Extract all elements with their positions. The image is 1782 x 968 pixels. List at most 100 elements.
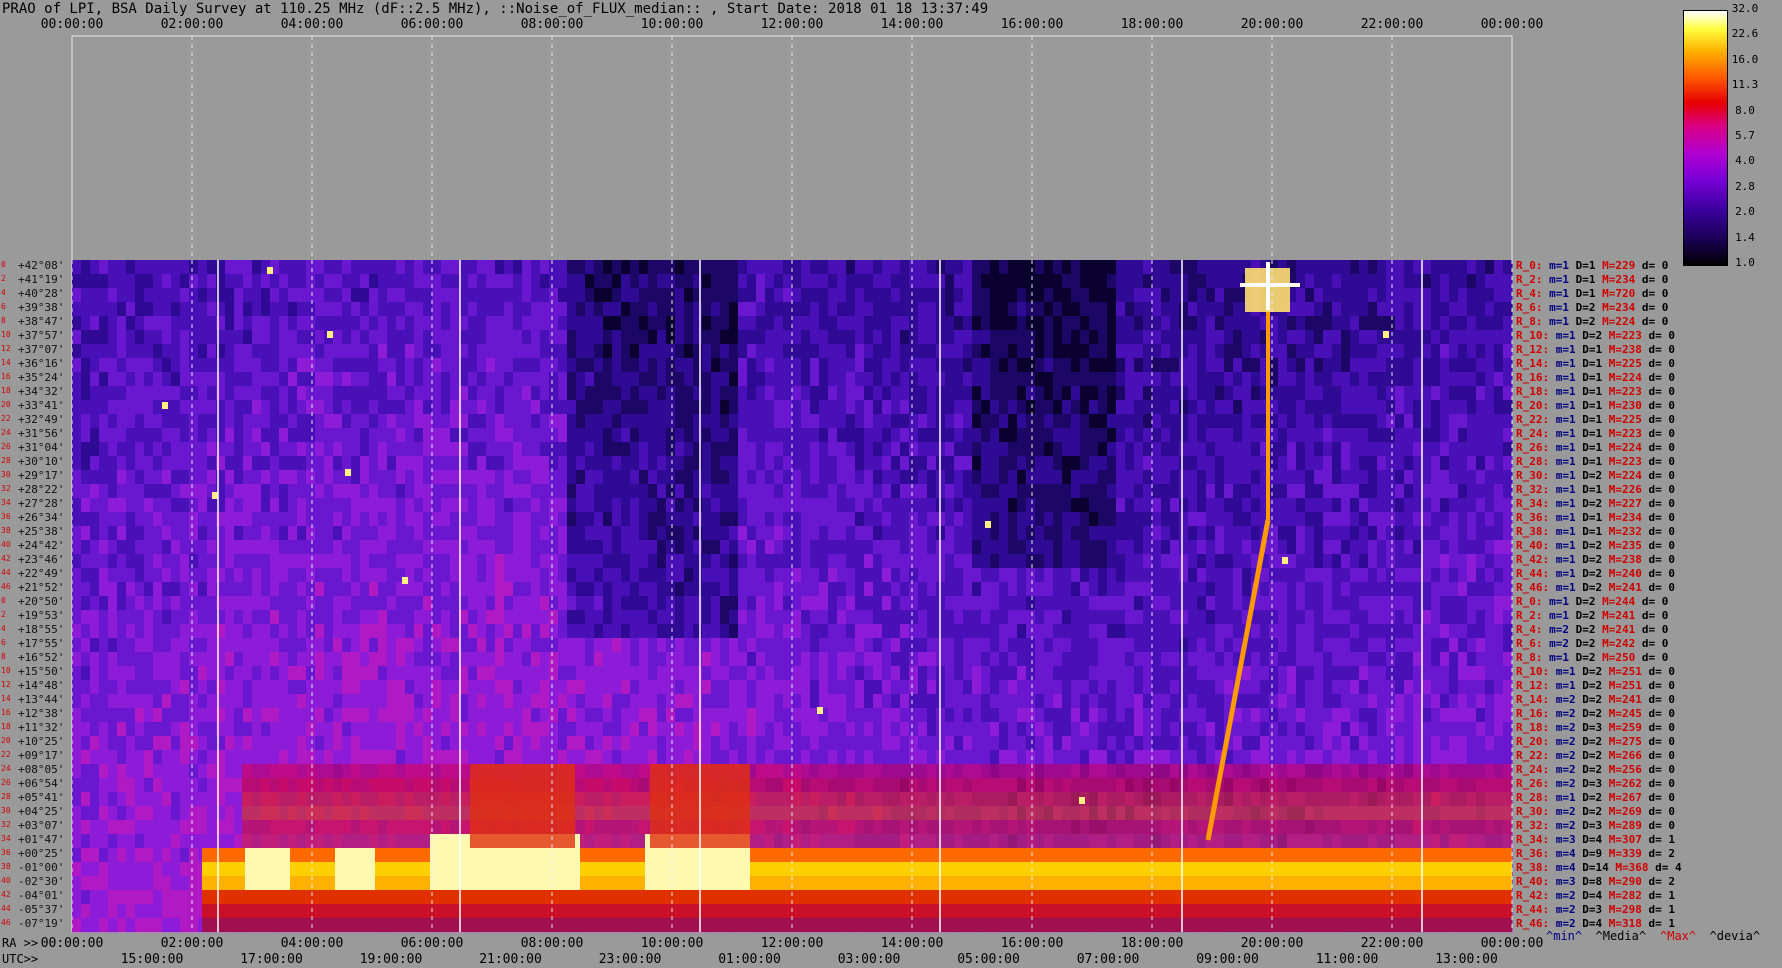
heat-cell bbox=[1044, 610, 1054, 625]
heat-cell bbox=[576, 302, 586, 317]
heat-cell bbox=[297, 596, 307, 611]
heat-cell bbox=[594, 526, 604, 541]
heat-cell bbox=[1332, 610, 1342, 625]
heat-cell bbox=[270, 498, 280, 513]
heat-cell bbox=[1152, 666, 1162, 681]
heat-cell bbox=[855, 470, 865, 485]
heat-cell bbox=[126, 512, 136, 527]
heat-cell bbox=[1485, 400, 1495, 415]
heat-cell bbox=[1404, 484, 1414, 499]
heat-cell bbox=[1332, 400, 1342, 415]
heat-cell bbox=[531, 666, 541, 681]
heat-cell bbox=[1170, 652, 1180, 667]
heat-cell bbox=[675, 274, 685, 289]
heat-cell bbox=[1395, 400, 1405, 415]
heat-cell bbox=[261, 386, 271, 401]
heat-cell bbox=[684, 554, 694, 569]
heat-cell bbox=[342, 288, 352, 303]
heat-cell bbox=[783, 442, 793, 457]
heat-cell bbox=[1485, 470, 1495, 485]
heat-cell bbox=[927, 330, 937, 345]
heat-cell bbox=[990, 680, 1000, 695]
heat-cell bbox=[1323, 624, 1333, 639]
heat-cell bbox=[315, 428, 325, 443]
heat-cell bbox=[1476, 442, 1486, 457]
heat-cell bbox=[1314, 386, 1324, 401]
heat-cell bbox=[837, 414, 847, 429]
heat-cell bbox=[675, 386, 685, 401]
survey-plot bbox=[71, 35, 1513, 933]
heat-cell bbox=[756, 372, 766, 387]
heat-cell bbox=[972, 456, 982, 471]
heat-cell bbox=[270, 680, 280, 695]
heat-cell bbox=[873, 610, 883, 625]
heat-cell bbox=[1233, 554, 1243, 569]
heat-cell bbox=[423, 484, 433, 499]
heat-cell bbox=[909, 316, 919, 331]
heat-cell bbox=[711, 680, 721, 695]
heat-cell bbox=[360, 274, 370, 289]
heat-cell bbox=[540, 316, 550, 331]
heat-cell bbox=[693, 414, 703, 429]
heat-cell bbox=[270, 442, 280, 457]
heat-cell bbox=[972, 358, 982, 373]
heat-cell bbox=[1188, 638, 1198, 653]
heat-cell bbox=[1161, 568, 1171, 583]
heat-cell bbox=[855, 512, 865, 527]
heat-cell bbox=[1116, 540, 1126, 555]
heat-cell bbox=[1440, 442, 1450, 457]
heat-cell bbox=[1053, 386, 1063, 401]
heat-cell bbox=[513, 680, 523, 695]
heat-cell bbox=[549, 554, 559, 569]
heat-cell bbox=[1440, 666, 1450, 681]
heat-cell bbox=[243, 610, 253, 625]
heat-cell bbox=[855, 330, 865, 345]
heat-cell bbox=[360, 498, 370, 513]
heat-cell bbox=[1233, 400, 1243, 415]
heat-cell bbox=[1332, 414, 1342, 429]
heat-cell bbox=[243, 666, 253, 681]
heat-cell bbox=[234, 582, 244, 597]
heat-cell bbox=[342, 680, 352, 695]
heat-cell bbox=[756, 302, 766, 317]
heat-cell bbox=[1062, 596, 1072, 611]
heat-cell bbox=[1287, 344, 1297, 359]
heat-cell bbox=[1188, 498, 1198, 513]
heat-cell bbox=[1269, 428, 1279, 443]
heat-cell bbox=[1350, 652, 1360, 667]
heat-cell bbox=[486, 512, 496, 527]
heat-cell bbox=[1098, 666, 1108, 681]
heat-cell bbox=[1143, 540, 1153, 555]
heat-cell bbox=[873, 428, 883, 443]
heat-cell bbox=[378, 680, 388, 695]
heat-cell bbox=[495, 400, 505, 415]
heat-cell bbox=[99, 358, 109, 373]
heat-cell bbox=[1062, 512, 1072, 527]
heat-cell bbox=[1485, 568, 1495, 583]
heat-cell bbox=[108, 568, 118, 583]
heat-cell bbox=[783, 260, 793, 275]
heat-cell bbox=[1494, 526, 1504, 541]
heat-cell bbox=[261, 358, 271, 373]
heat-cell bbox=[1152, 386, 1162, 401]
heat-cell bbox=[162, 470, 172, 485]
heat-cell bbox=[1053, 624, 1063, 639]
heat-cell bbox=[1494, 540, 1504, 555]
heat-cell bbox=[207, 470, 217, 485]
heat-cell bbox=[189, 400, 199, 415]
heat-cell bbox=[1314, 666, 1324, 681]
heat-cell bbox=[234, 610, 244, 625]
heat-cell bbox=[702, 596, 712, 611]
heat-cell bbox=[360, 288, 370, 303]
heat-cell bbox=[621, 428, 631, 443]
heat-cell bbox=[423, 666, 433, 681]
heat-cell bbox=[1152, 302, 1162, 317]
heat-cell bbox=[819, 442, 829, 457]
heat-cell bbox=[1404, 554, 1414, 569]
heat-cell bbox=[612, 680, 622, 695]
heat-cell bbox=[1080, 498, 1090, 513]
heat-cell bbox=[1440, 470, 1450, 485]
heat-cell bbox=[432, 372, 442, 387]
heat-cell bbox=[1503, 302, 1513, 317]
heat-cell bbox=[144, 358, 154, 373]
